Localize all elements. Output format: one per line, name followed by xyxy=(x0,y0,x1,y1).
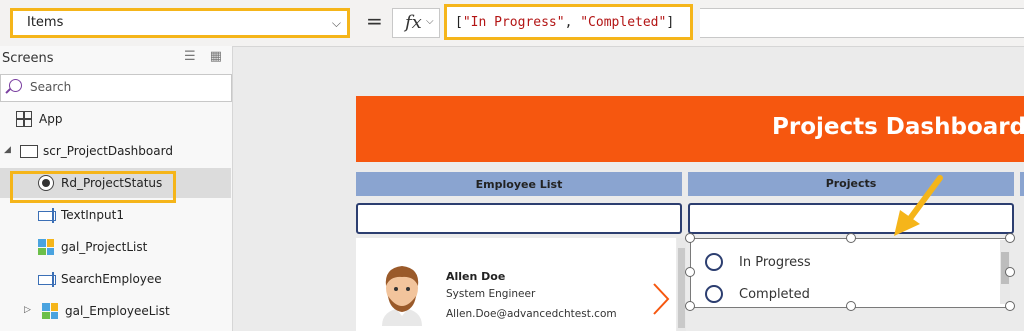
tree-item-label: TextInput1 xyxy=(61,208,124,222)
screen-icon xyxy=(20,145,38,158)
formula-bar: Items ⌵ = fx ⌵ ["In Progress", "Complete… xyxy=(0,0,1024,47)
employee-name: Allen Doe xyxy=(446,270,506,283)
equals-sign: = xyxy=(366,9,383,33)
chevron-down-icon: ⌵ xyxy=(426,16,434,27)
text-input-icon xyxy=(38,272,56,287)
extra-column-header xyxy=(1020,172,1024,196)
tree-item-label: gal_ProjectList xyxy=(61,240,148,254)
gallery-scrollbar[interactable] xyxy=(677,238,686,331)
search-placeholder: Search xyxy=(30,80,72,94)
projects-header[interactable]: Projects xyxy=(688,172,1014,196)
expand-arrow-icon[interactable]: ▷ xyxy=(24,305,31,315)
dashboard-title: Projects Dashboard xyxy=(772,114,1024,140)
tree-item-app[interactable]: App xyxy=(0,104,231,134)
tree-view-panel: Screens ☰ ▦ Search App ◢ scr_ProjectDashb… xyxy=(0,46,233,331)
chevron-right-icon[interactable] xyxy=(652,282,670,316)
gallery-icon xyxy=(42,303,58,319)
fx-button[interactable]: fx ⌵ xyxy=(392,8,440,38)
tree-item-textinput[interactable]: TextInput1 xyxy=(0,200,231,230)
resize-handle[interactable] xyxy=(685,301,695,311)
grid-view-icon[interactable]: ▦ xyxy=(210,49,222,64)
resize-handle[interactable] xyxy=(1005,233,1015,243)
tree-item-screen[interactable]: ◢ scr_ProjectDashboard xyxy=(0,136,231,166)
annotation-arrow-icon xyxy=(894,175,943,236)
resize-handle[interactable] xyxy=(846,233,856,243)
resize-handle[interactable] xyxy=(685,233,695,243)
avatar xyxy=(382,266,422,326)
gallery-icon xyxy=(38,239,54,255)
app-icon xyxy=(16,111,32,127)
resize-handle[interactable] xyxy=(685,267,695,277)
dashboard-header[interactable]: Projects Dashboard xyxy=(356,96,1024,162)
expand-arrow-icon[interactable]: ◢ xyxy=(4,145,11,155)
scrollbar-thumb[interactable] xyxy=(678,248,685,328)
tree-item-label: scr_ProjectDashboard xyxy=(43,144,173,158)
highlight-box xyxy=(10,171,176,203)
radio-circle-icon xyxy=(705,253,723,271)
property-dropdown[interactable]: Items ⌵ xyxy=(10,8,350,38)
employee-card[interactable]: Allen Doe System Engineer Allen.Doe@adva… xyxy=(356,238,676,331)
formula-input[interactable]: ["In Progress", "Completed"] xyxy=(444,4,693,40)
radio-option-label: Completed xyxy=(739,287,810,302)
panel-title: Screens xyxy=(2,51,54,66)
tree-item-employeelist[interactable]: ▷ gal_EmployeeList xyxy=(0,296,231,326)
text-input-icon xyxy=(38,208,56,223)
tree-item-label: App xyxy=(39,112,63,126)
resize-handle[interactable] xyxy=(1005,301,1015,311)
project-status-radio[interactable]: In Progress Completed xyxy=(690,238,1010,308)
radio-circle-icon xyxy=(705,285,723,303)
radio-option-label: In Progress xyxy=(739,255,811,270)
search-input[interactable]: Search xyxy=(0,74,232,102)
formula-text: ["In Progress", "Completed"] xyxy=(455,15,675,30)
tree-item-gallery[interactable]: gal_ProjectList xyxy=(0,232,231,262)
tree-item-label: SearchEmployee xyxy=(61,272,162,286)
radio-option-in-progress[interactable]: In Progress xyxy=(705,253,1005,275)
employee-email: Allen.Doe@advancedchtest.com xyxy=(446,308,617,320)
resize-handle[interactable] xyxy=(846,301,856,311)
tree-item-label: gal_EmployeeList xyxy=(65,304,170,318)
property-value: Items xyxy=(27,15,64,30)
tree-item-searchemployee[interactable]: SearchEmployee xyxy=(0,264,231,294)
formula-input-extension[interactable] xyxy=(700,8,1024,38)
panel-view-toggles: ☰ ▦ xyxy=(170,49,222,64)
employee-role: System Engineer xyxy=(446,288,536,300)
resize-handle[interactable] xyxy=(1005,267,1015,277)
search-employee-input[interactable] xyxy=(356,203,682,234)
project-text-input[interactable] xyxy=(688,203,1014,234)
list-view-icon[interactable]: ☰ xyxy=(184,49,196,64)
search-icon xyxy=(9,79,22,92)
chevron-down-icon: ⌵ xyxy=(331,16,341,30)
employee-list-header[interactable]: Employee List xyxy=(356,172,682,196)
fx-icon: fx xyxy=(405,12,422,33)
